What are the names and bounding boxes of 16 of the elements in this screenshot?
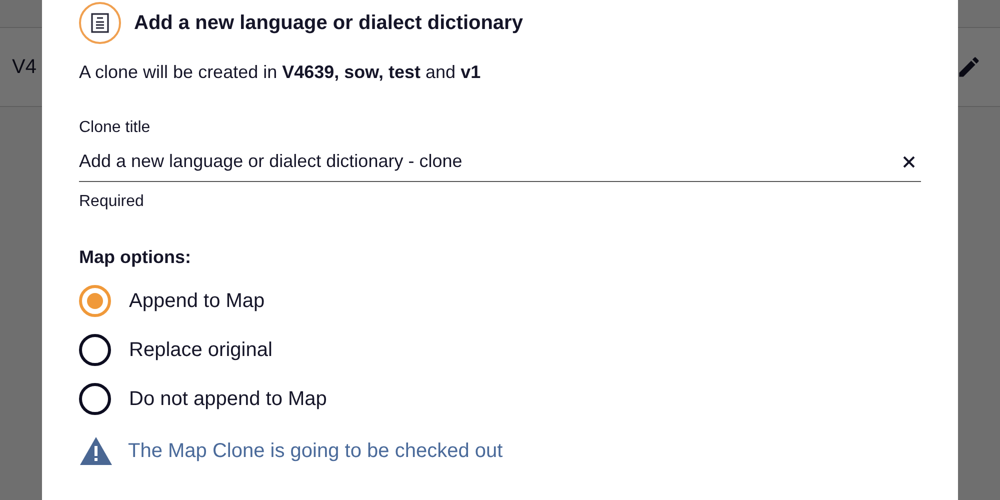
radio-button[interactable] <box>79 334 111 366</box>
clone-title-field[interactable]: Add a new language or dialect dictionary - clone <box>79 146 921 182</box>
warning-icon <box>79 436 113 466</box>
dialog-title: Add a new language or dialect dictionary <box>134 11 523 36</box>
document-icon <box>79 2 121 44</box>
options-label: Map options: <box>79 247 191 267</box>
field-label: Clone title <box>79 119 150 136</box>
radio-label[interactable]: Do not append to Map <box>129 384 327 414</box>
radio-label[interactable]: Replace original <box>129 335 272 365</box>
header-text: V4 <box>12 55 36 80</box>
radio-button[interactable] <box>79 383 111 415</box>
helper-text: Required <box>79 193 144 210</box>
dialog-subtitle: A clone will be created in V4639, sow, test and v1 <box>79 62 481 82</box>
radio-button[interactable] <box>79 285 111 317</box>
warning-text: The Map Clone is going to be checked out <box>128 439 503 464</box>
radio-label[interactable]: Append to Map <box>129 286 265 316</box>
